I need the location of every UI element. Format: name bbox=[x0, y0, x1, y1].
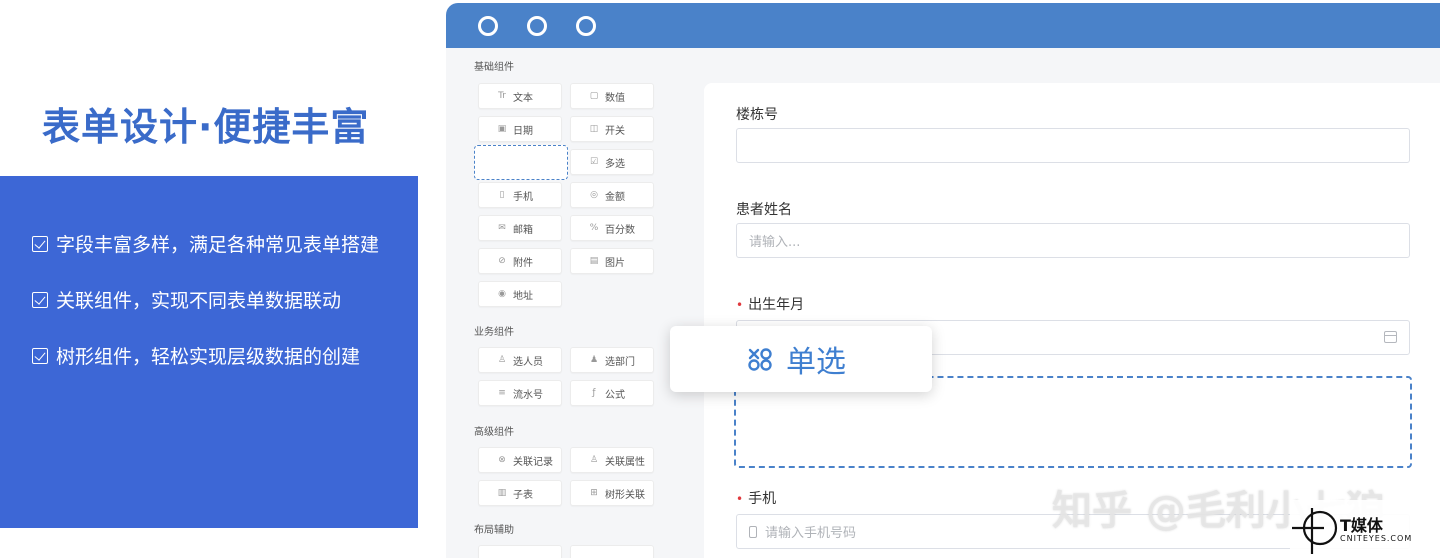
image-icon: ▤ bbox=[589, 256, 599, 266]
text-icon: Tr bbox=[498, 91, 506, 101]
attribute-icon: ♙ bbox=[589, 455, 599, 465]
building-input[interactable] bbox=[736, 128, 1410, 163]
palette-item-attachment[interactable]: ⊘ 附件 bbox=[478, 248, 562, 274]
user-icon: ♙ bbox=[497, 355, 507, 365]
attachment-icon: ⊘ bbox=[498, 256, 506, 266]
brand-name: T媒体 bbox=[1340, 516, 1383, 535]
palette-item-text[interactable]: Tr 文本 bbox=[478, 83, 562, 109]
tree-icon: ⊞ bbox=[590, 488, 598, 498]
palette-item-user-picker[interactable]: ♙ 选人员 bbox=[478, 347, 562, 373]
form-designer-window: 基础组件 Tr 文本 ▢ 数值 ▣ 日期 ◫ 开关 ☑ 多选 ▯ 手机 ◎ 金额 ✉ 邮箱 % 百… bbox=[446, 3, 1440, 558]
patient-name-input[interactable]: 请输入... bbox=[736, 223, 1410, 258]
field-label-patient-name: 患者姓名 bbox=[736, 202, 792, 218]
palette-item-linked-attribute[interactable]: ♙ 关联属性 bbox=[570, 447, 654, 473]
brand-logo: T媒体 CNITEYES.COM bbox=[1290, 500, 1440, 558]
field-label-building: 楼栋号 bbox=[736, 107, 778, 123]
brand-domain: CNITEYES.COM bbox=[1340, 534, 1413, 543]
promo-panel: 字段丰富多样，满足各种常见表单搭建 关联组件，实现不同表单数据联动 树形组件，轻… bbox=[0, 176, 418, 528]
palette-item-date[interactable]: ▣ 日期 bbox=[478, 116, 562, 142]
list-icon: ≡ bbox=[498, 388, 506, 398]
calendar-icon[interactable] bbox=[1384, 331, 1397, 343]
promo-title: 表单设计·便捷丰富 bbox=[42, 105, 370, 149]
brand-logo-icon bbox=[1292, 508, 1338, 554]
window-control-icon[interactable] bbox=[478, 16, 498, 36]
calendar-icon: ▣ bbox=[497, 124, 507, 134]
link-icon: ⊗ bbox=[498, 455, 506, 465]
radio-group-icon bbox=[748, 348, 772, 371]
email-icon: ✉ bbox=[498, 223, 506, 233]
palette-item-phone[interactable]: ▯ 手机 bbox=[478, 182, 562, 208]
switch-icon: ◫ bbox=[589, 124, 599, 134]
department-icon: ♟ bbox=[589, 355, 599, 365]
palette-item-image[interactable]: ▤ 图片 bbox=[570, 248, 654, 274]
palette-item-serial-number[interactable]: ≡ 流水号 bbox=[478, 380, 562, 406]
checkbox-icon: ☑ bbox=[589, 157, 599, 167]
palette-item-partial[interactable] bbox=[570, 545, 654, 558]
page-root: 表单设计·便捷丰富 字段丰富多样，满足各种常见表单搭建 关联组件，实现不同表单数… bbox=[0, 0, 1440, 558]
field-label-phone: • 手机 bbox=[736, 491, 777, 507]
palette-item-address[interactable]: ◉ 地址 bbox=[478, 281, 562, 307]
palette-section-advanced: 高级组件 bbox=[474, 427, 514, 438]
promo-feature-1: 字段丰富多样，满足各种常见表单搭建 bbox=[32, 230, 392, 260]
money-icon: ◎ bbox=[590, 190, 598, 200]
checkbox-icon bbox=[32, 236, 48, 252]
formula-icon: ƒ bbox=[592, 388, 596, 398]
promo-feature-2: 关联组件，实现不同表单数据联动 bbox=[32, 286, 392, 316]
percent-icon: % bbox=[589, 223, 599, 233]
checkbox-icon bbox=[32, 292, 48, 308]
phone-icon bbox=[749, 525, 757, 538]
palette-item-subtable[interactable]: ▥ 子表 bbox=[478, 480, 562, 506]
palette-item-amount[interactable]: ◎ 金额 bbox=[570, 182, 654, 208]
table-icon: ▥ bbox=[497, 488, 507, 498]
palette-item-partial[interactable] bbox=[478, 545, 562, 558]
palette-item-switch[interactable]: ◫ 开关 bbox=[570, 116, 654, 142]
number-icon: ▢ bbox=[589, 91, 599, 101]
required-marker: • bbox=[736, 298, 744, 312]
palette-section-basic: 基础组件 bbox=[474, 62, 514, 73]
phone-icon: ▯ bbox=[499, 190, 505, 200]
palette-item-multiselect[interactable]: ☑ 多选 bbox=[570, 149, 654, 175]
field-label-birth-date: • 出生年月 bbox=[736, 297, 805, 313]
dragging-radio-component[interactable]: 单选 bbox=[670, 326, 932, 392]
palette-item-email[interactable]: ✉ 邮箱 bbox=[478, 215, 562, 241]
palette-item-number[interactable]: ▢ 数值 bbox=[570, 83, 654, 109]
window-titlebar bbox=[446, 3, 1440, 48]
window-control-icon[interactable] bbox=[527, 16, 547, 36]
checkbox-icon bbox=[32, 348, 48, 364]
window-control-icon[interactable] bbox=[576, 16, 596, 36]
palette-item-formula[interactable]: ƒ 公式 bbox=[570, 380, 654, 406]
palette-item-linked-record[interactable]: ⊗ 关联记录 bbox=[478, 447, 562, 473]
palette-drag-placeholder bbox=[474, 145, 568, 180]
palette-section-business: 业务组件 bbox=[474, 327, 514, 338]
palette-item-tree-link[interactable]: ⊞ 树形关联 bbox=[570, 480, 654, 506]
promo-feature-3: 树形组件，轻松实现层级数据的创建 bbox=[32, 342, 392, 372]
palette-section-layout: 布局辅助 bbox=[474, 525, 514, 536]
location-icon: ◉ bbox=[498, 289, 506, 299]
required-marker: • bbox=[736, 492, 744, 506]
palette-item-dept-picker[interactable]: ♟ 选部门 bbox=[570, 347, 654, 373]
palette-item-percent[interactable]: % 百分数 bbox=[570, 215, 654, 241]
